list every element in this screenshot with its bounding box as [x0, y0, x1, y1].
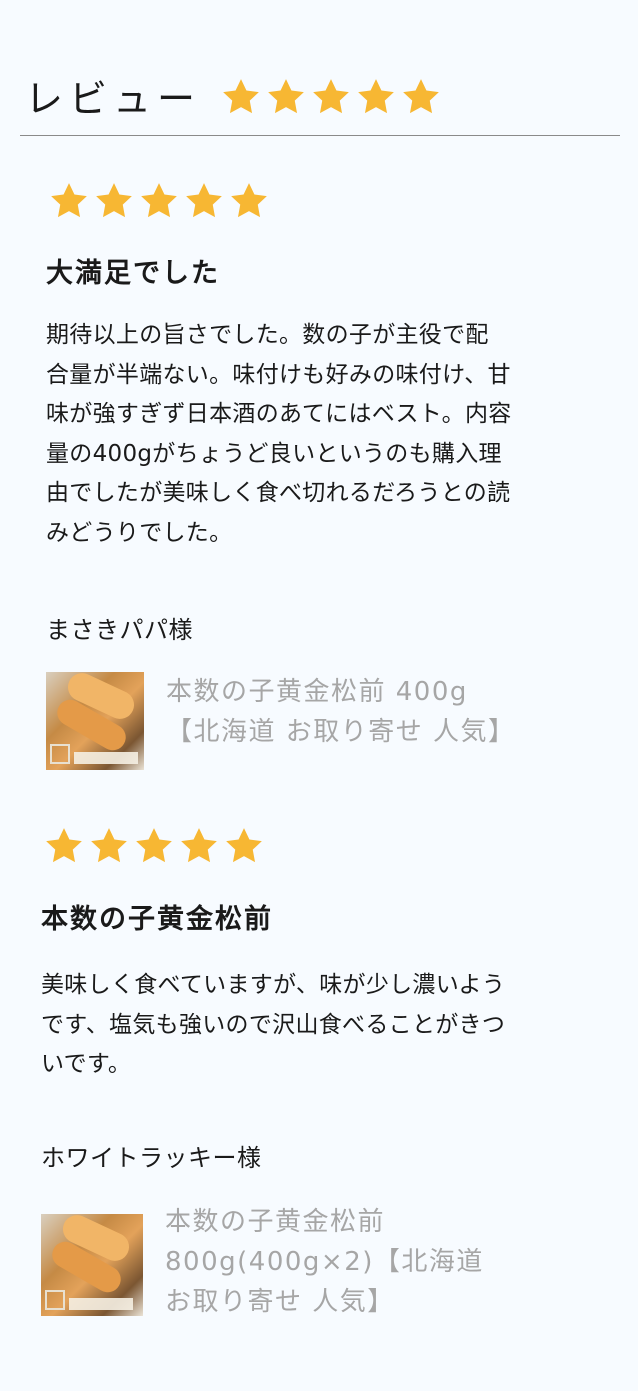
star-icon	[400, 76, 445, 118]
product-thumbnail[interactable]	[46, 672, 144, 770]
star-icon	[228, 180, 273, 222]
product-thumbnail[interactable]	[41, 1214, 143, 1316]
star-icon	[223, 825, 268, 867]
review-body: 美味しく食べていますが、味が少し濃いよう です、塩気も強いので沢山食べることがき…	[41, 972, 506, 1078]
review-rating-stars	[48, 180, 273, 222]
reviewer-name: ホワイトラッキー様	[41, 1144, 262, 1172]
star-icon	[265, 76, 310, 118]
review-header: レビュー	[20, 70, 620, 136]
star-icon	[88, 825, 133, 867]
star-icon	[93, 180, 138, 222]
star-icon	[220, 76, 265, 118]
star-icon	[138, 180, 183, 222]
review-page: レビュー 大満足でした 期待以上の旨さでした。数の子が主役で配 合量が半端ない。…	[0, 0, 638, 1391]
overall-rating-stars	[220, 76, 445, 118]
reviewed-product-link[interactable]: 本数の子黄金松前 800g(400g×2)【北海道 お取り寄せ 人気】	[41, 1202, 484, 1322]
star-icon	[178, 825, 223, 867]
star-icon	[183, 180, 228, 222]
reviewer-name: まさきパパ様	[46, 616, 193, 644]
review-title: 大満足でした	[46, 258, 220, 289]
product-name[interactable]: 本数の子黄金松前 800g(400g×2)【北海道 お取り寄せ 人気】	[165, 1202, 484, 1322]
star-icon	[43, 825, 88, 867]
star-icon	[133, 825, 178, 867]
product-name[interactable]: 本数の子黄金松前 400g 【北海道 お取り寄せ 人気】	[166, 672, 516, 752]
star-icon	[48, 180, 93, 222]
review-rating-stars	[43, 825, 268, 867]
review-title: 本数の子黄金松前	[41, 904, 273, 935]
star-icon	[355, 76, 400, 118]
review-section-title: レビュー	[25, 77, 202, 121]
star-icon	[310, 76, 355, 118]
reviewed-product-link[interactable]: 本数の子黄金松前 400g 【北海道 お取り寄せ 人気】	[46, 672, 516, 770]
review-body: 期待以上の旨さでした。数の子が主役で配 合量が半端ない。味付けも好みの味付け、甘…	[46, 322, 512, 546]
